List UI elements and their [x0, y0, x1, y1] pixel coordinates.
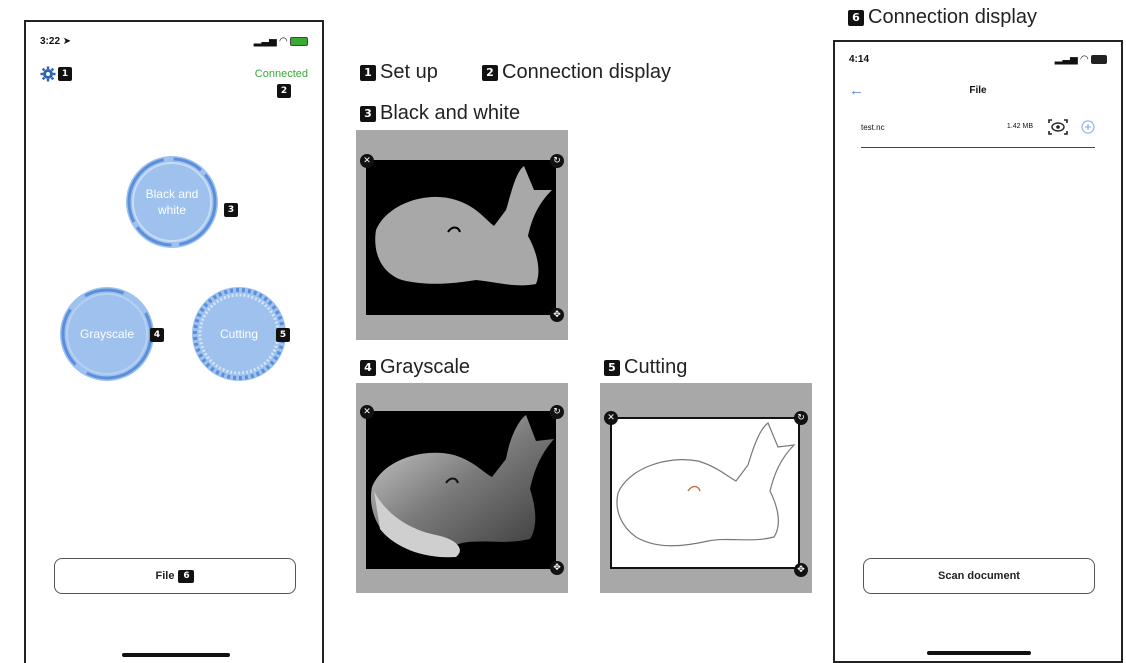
status-icons: ▂▃▅ ◠	[1055, 54, 1107, 65]
gear-icon	[40, 66, 56, 82]
legend-tag: 1	[360, 64, 376, 81]
add-icon[interactable]	[1081, 120, 1095, 134]
panel-black-and-white: ✕ ↻ ✥	[356, 130, 568, 340]
legend-tag: 5	[604, 359, 620, 376]
legend-tag: 2	[482, 64, 498, 81]
legend-file-display: 6 Connection display	[848, 6, 1037, 29]
mode-cutting[interactable]: Cutting	[192, 287, 286, 381]
image-area	[610, 417, 800, 569]
mode-label: Cutting	[219, 327, 259, 341]
rotate-icon[interactable]: ↻	[550, 154, 564, 168]
label-tag-file: 6	[178, 569, 195, 583]
label-tag-setup: 1	[58, 67, 72, 81]
mode-black-and-white[interactable]: Black and white	[126, 156, 218, 248]
resize-icon[interactable]: ✥	[550, 561, 564, 575]
settings-button[interactable]: 1	[40, 66, 72, 82]
legend-connection: 2 Connection display	[482, 61, 671, 84]
legend-bw: 3 Black and white	[360, 102, 520, 125]
status-icons: ▂▃▅ ◠	[254, 36, 308, 47]
mode-grayscale[interactable]: Grayscale	[60, 287, 154, 381]
rotate-icon[interactable]: ↻	[794, 411, 808, 425]
label-tag-cutting: 5	[276, 328, 290, 342]
connection-status[interactable]: Connected	[255, 68, 308, 80]
legend-text: Set up	[380, 61, 438, 83]
left-phone: 3:22 ➤ ▂▃▅ ◠ 1 Connected 2 Black and whi…	[24, 20, 324, 663]
legend-text: Connection display	[868, 6, 1037, 28]
home-indicator	[122, 653, 230, 657]
legend-tag: 3	[360, 105, 376, 122]
mode-label: Black and white	[145, 187, 199, 217]
file-name: test.nc	[861, 123, 885, 132]
dolphin-silhouette	[375, 166, 552, 286]
dolphin-outline	[616, 422, 796, 547]
legend-text: Black and white	[380, 102, 521, 124]
legend-tag: 6	[848, 9, 864, 26]
label-tag-connection: 2	[277, 84, 291, 98]
right-phone: 4:14 ▂▃▅ ◠ ← File test.nc 1.42 MB Scan d…	[833, 40, 1123, 663]
file-row[interactable]: test.nc 1.42 MB	[861, 116, 1095, 148]
legend-setup: 1 Set up	[360, 61, 438, 84]
legend-text: Cutting	[624, 356, 688, 378]
legend-cutting: 5 Cutting	[604, 356, 687, 379]
legend-grayscale: 4 Grayscale	[360, 356, 470, 379]
panel-cutting: ✕ ↻ ✥	[600, 383, 812, 593]
dolphin-grayscale	[370, 415, 554, 558]
status-time: 3:22 ➤	[40, 36, 72, 47]
close-icon[interactable]: ✕	[604, 411, 618, 425]
legend-text: Grayscale	[380, 356, 471, 378]
mode-label: Grayscale	[79, 327, 135, 341]
scan-document-button[interactable]: Scan document	[863, 558, 1095, 594]
status-time: 4:14	[849, 54, 870, 65]
image-area	[366, 411, 556, 569]
close-icon[interactable]: ✕	[360, 405, 374, 419]
resize-icon[interactable]: ✥	[794, 563, 808, 577]
label-tag-bw: 3	[224, 203, 238, 217]
home-indicator	[927, 651, 1031, 655]
resize-icon[interactable]: ✥	[550, 308, 564, 322]
image-area	[366, 160, 556, 315]
scan-document-label: Scan document	[938, 570, 1020, 582]
label-tag-grayscale: 4	[150, 328, 164, 342]
file-button[interactable]: File 6	[54, 558, 296, 594]
page-title: File	[969, 85, 987, 96]
eye-scan-icon[interactable]	[1047, 118, 1069, 136]
file-button-label: File	[155, 570, 175, 582]
legend-tag: 4	[360, 359, 376, 376]
close-icon[interactable]: ✕	[360, 154, 374, 168]
file-size: 1.42 MB	[1006, 123, 1033, 130]
panel-grayscale: ✕ ↻ ✥	[356, 383, 568, 593]
rotate-icon[interactable]: ↻	[550, 405, 564, 419]
legend-text: Connection display	[502, 61, 671, 83]
